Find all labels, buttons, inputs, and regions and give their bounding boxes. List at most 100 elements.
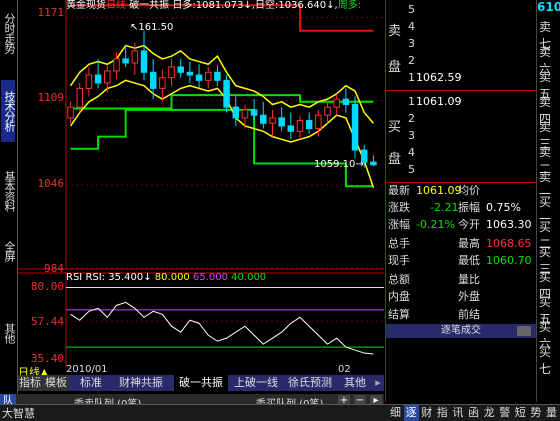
candle-body — [324, 106, 331, 116]
kline-svg — [18, 0, 384, 270]
quote-row-inner: 内盘 外盘 — [388, 290, 480, 303]
quote-row-change: 涨跌 -2.21 振幅 0.75% — [388, 201, 521, 214]
tab-intraday[interactable]: 分时走势 — [1, 2, 16, 64]
status-tab[interactable]: 量 — [544, 405, 559, 421]
sell-level-row[interactable]: 4 — [386, 19, 560, 35]
tab-standard[interactable]: 标准 — [74, 375, 108, 391]
quote-row-vol: 总手 最高 1068.65 — [388, 237, 532, 250]
candle-body — [241, 109, 249, 119]
symbol-name: 黄金现货 — [66, 0, 106, 11]
price-tick-1171: 1171 — [37, 6, 65, 19]
candle-body — [131, 50, 139, 64]
candle-body — [287, 125, 295, 132]
price-tick-1046: 1046 — [37, 177, 65, 190]
tab-fullscreen[interactable]: 全屏 — [1, 236, 16, 266]
candle-body — [232, 106, 240, 119]
bull-value: 1081.073↓ — [195, 0, 252, 11]
candle-body — [269, 117, 276, 124]
quote-row-amount: 总额 量比 — [388, 273, 480, 286]
candle-body — [122, 58, 129, 64]
tab-basic-info[interactable]: 基本资料 — [1, 160, 16, 222]
candle-body — [159, 77, 166, 89]
latest-price: 1061.09 — [416, 184, 462, 197]
rsi-header: RSI RSI: 35.400↓ 80.000 65.000 40.000 — [66, 272, 266, 283]
right-col-label: 买七 — [539, 345, 552, 376]
sell-level-row[interactable]: 2 — [386, 53, 560, 69]
candle-body — [250, 109, 258, 116]
buy-level-number: 4 — [408, 146, 415, 159]
tab-scroll-icon[interactable]: ▸ — [372, 375, 384, 391]
sell-level-row[interactable]: 1 1062.59 — [386, 70, 560, 86]
status-tab[interactable]: 短 — [512, 405, 528, 421]
status-tab[interactable]: 指 — [434, 405, 450, 421]
high-annotation: ↖161.50 — [130, 22, 174, 33]
candle-body — [113, 58, 120, 72]
candle-body — [278, 117, 285, 127]
status-tab[interactable]: 势 — [528, 405, 544, 421]
tab-indicator[interactable]: 指标 — [18, 375, 42, 391]
buy-level-row[interactable]: 3 — [386, 128, 560, 144]
right-label-column: 610 卖七 卖六 卖五 卖四 卖三 卖二 卖一 买一 买二 买三 买四 买五 买六 买七 — [536, 0, 560, 402]
open-value: 1063.30 — [486, 218, 532, 231]
status-tab[interactable]: 财 — [419, 405, 435, 421]
rsi-tick-80: 80.00 — [30, 280, 64, 293]
status-tab[interactable]: 逐 — [403, 405, 419, 421]
tab-xushi[interactable]: 徐氏预测 — [284, 375, 336, 391]
status-tab-strip: 细逐财指讯函龙警短势量 — [388, 405, 560, 421]
tab-other[interactable]: 其他 — [1, 318, 16, 348]
status-tab[interactable]: 函 — [466, 405, 481, 421]
amplitude-value: 0.75% — [486, 201, 521, 214]
trade-detail-header[interactable]: 逐笔成交 — [386, 324, 536, 338]
trade-detail-toggle-icon[interactable] — [517, 326, 531, 336]
tab-template[interactable]: 模板 — [43, 375, 69, 391]
band-yellow-low-line — [69, 79, 375, 188]
quote-row-change-pct: 涨幅 -0.21% 今开 1063.30 — [388, 218, 532, 231]
sell-level-row[interactable]: 5 — [386, 2, 560, 18]
right-code-partial: 610 — [537, 0, 560, 14]
rsi-title: RSI — [66, 272, 83, 283]
buy-level-row[interactable]: 4 — [386, 145, 560, 161]
rsi-panel[interactable]: RSI RSI: 35.400↓ 80.000 65.000 40.000 80… — [18, 272, 384, 366]
buy-level-number: 2 — [408, 112, 415, 125]
candle-body — [315, 114, 322, 130]
status-tab[interactable]: 讯 — [450, 405, 466, 421]
tab-technical-analysis[interactable]: 技术分析 — [1, 80, 16, 142]
status-tab[interactable]: 细 — [388, 405, 403, 421]
candle-body — [140, 50, 148, 73]
bottom-strip: 大智慧 细逐财指讯函龙警短势量 — [0, 404, 560, 421]
candle-body — [76, 87, 84, 108]
quote-row-settle: 结算 前结 — [388, 308, 480, 321]
buy-level-row[interactable]: 1 1061.09 — [386, 94, 560, 110]
candle-body — [168, 66, 175, 79]
tab-poyi[interactable]: 破一共振 — [174, 375, 228, 391]
indicator-tab-bar: 指标 模板 标准 财神共振 破一共振 上破一线 徐氏预测 其他 ▸ — [18, 375, 384, 391]
sell-level-row[interactable]: 3 — [386, 36, 560, 52]
kline-chart[interactable]: 黄金现货日线 破一共振 日多:1081.073↓,日空:1036.640↓,周多… — [18, 0, 384, 275]
rsi-level-40: 40.000 — [231, 272, 267, 283]
tab-shangpo[interactable]: 上破一线 — [230, 375, 282, 391]
tab-caishen[interactable]: 财神共振 — [110, 375, 172, 391]
change-value: -2.21 — [430, 201, 459, 214]
low-value: 1060.70 — [486, 254, 532, 267]
status-tab[interactable]: 警 — [497, 405, 513, 421]
candle-body — [85, 74, 93, 89]
high-value: 1068.65 — [486, 237, 532, 250]
candle-body — [296, 120, 304, 132]
candle-body — [214, 71, 221, 81]
candle-body — [149, 71, 157, 89]
buy-level-row[interactable]: 2 — [386, 111, 560, 127]
candle-body — [342, 98, 350, 105]
week-label: 周多: — [337, 0, 362, 11]
candle-body — [195, 74, 203, 81]
sell1-price: 1062.59 — [416, 71, 462, 84]
buy-level-row[interactable]: 5 — [386, 162, 560, 178]
bear-value: 1036.640↓ — [278, 0, 335, 11]
low-annotation: 1059.10→ — [314, 159, 364, 170]
bear-label: 日空: — [255, 0, 279, 11]
candle-body — [186, 71, 194, 76]
price-tick-1109: 1109 — [37, 91, 65, 104]
buy-level-number: 3 — [408, 129, 415, 142]
tab-other-indicators[interactable]: 其他 — [340, 375, 370, 391]
status-tab[interactable]: 龙 — [481, 405, 497, 421]
rsi-value: RSI: 35.400↓ — [85, 272, 152, 283]
